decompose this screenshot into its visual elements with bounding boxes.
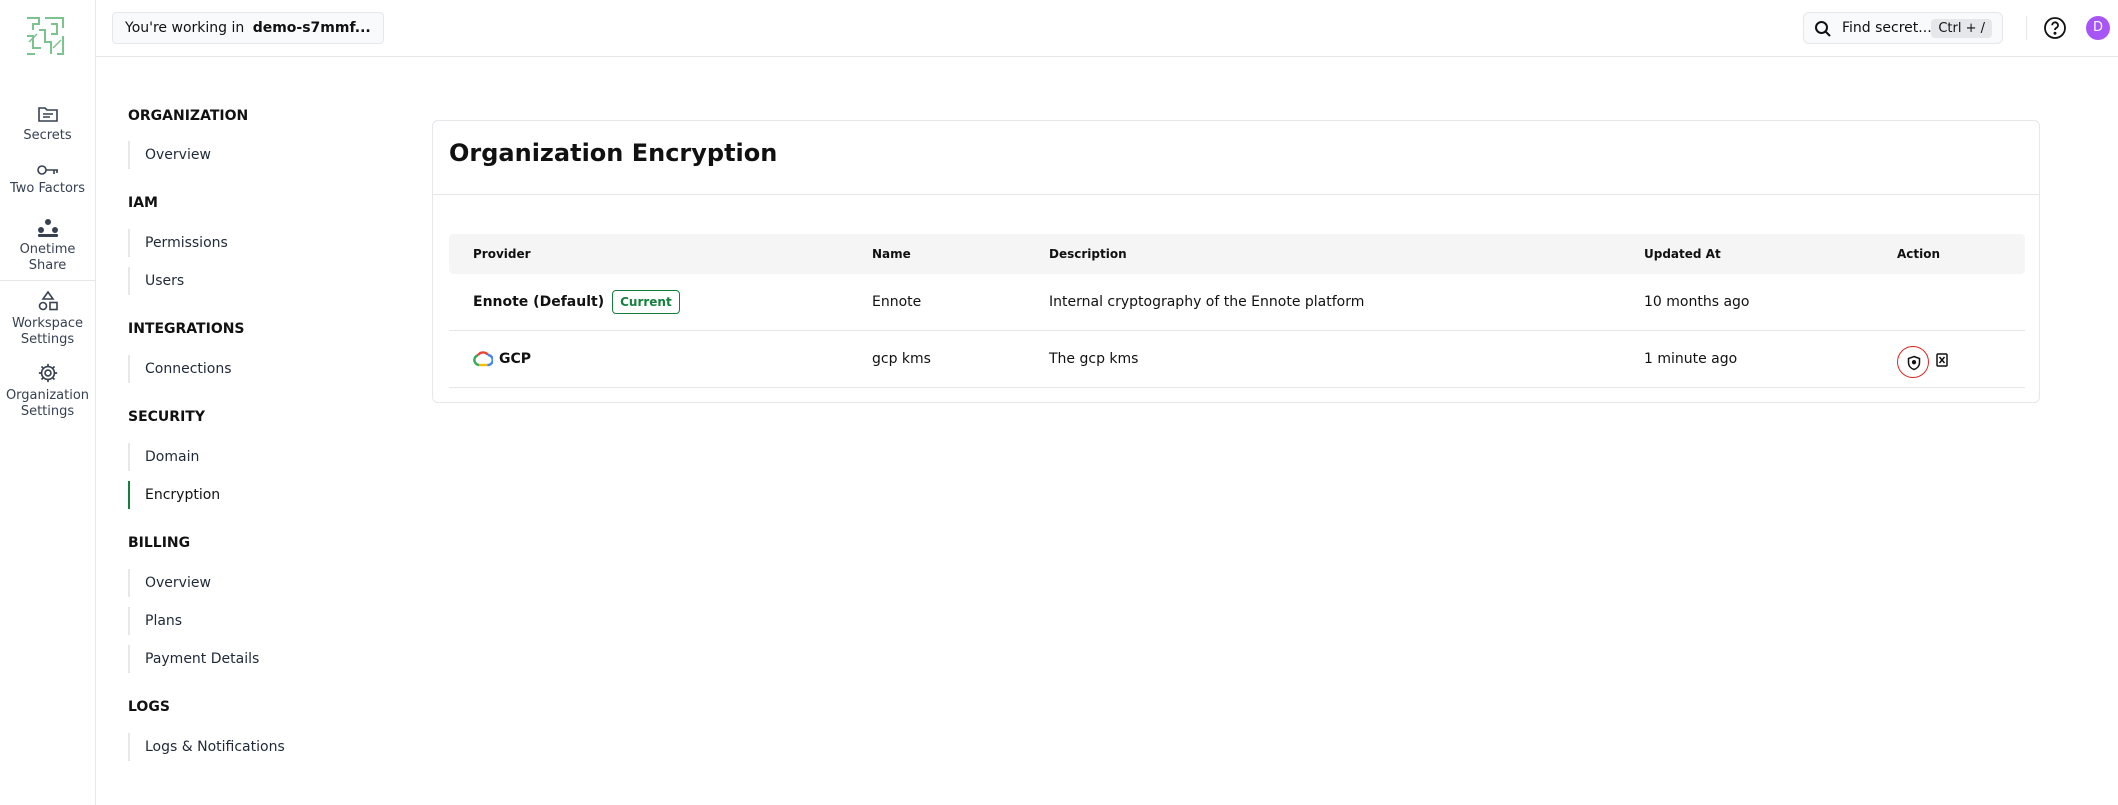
icon-rail: Secrets Two Factors Onetime Share Worksp… <box>0 0 96 805</box>
nav-item-logs-notifications[interactable]: Logs & Notifications <box>128 733 348 761</box>
rail-label-workspace-settings: Settings <box>20 332 75 347</box>
search-input[interactable]: Find secret... Ctrl + / <box>1803 12 2003 44</box>
rail-label-organization-settings: Settings <box>20 404 75 419</box>
status-badge: Current <box>612 290 680 314</box>
updated-cell: 1 minute ago <box>1644 351 1738 367</box>
table-row: GCP gcp kms The gcp kms 1 minute ago <box>449 331 2025 388</box>
set-current-button[interactable] <box>1897 346 1929 378</box>
nav-item-users[interactable]: Users <box>128 267 348 295</box>
column-header-name: Name <box>872 247 911 261</box>
nav-item-plans[interactable]: Plans <box>128 607 348 635</box>
workspace-prefix: You're working in <box>125 20 245 36</box>
shield-icon <box>1907 355 1921 371</box>
column-header-action: Action <box>1897 247 1941 261</box>
description-cell: Internal cryptography of the Ennote plat… <box>1049 294 1365 310</box>
rail-label-workspace: Workspace <box>11 316 84 331</box>
rail-label-onetime: Onetime <box>19 242 76 257</box>
rail-item-onetime-share[interactable]: Onetime Share <box>0 218 95 274</box>
provider-cell: GCP <box>473 331 531 388</box>
rail-item-organization-settings[interactable]: Organization Settings <box>0 362 95 420</box>
provider-cell: Ennote (Default) Current <box>473 274 680 331</box>
table-row: Ennote (Default) Current Ennote Internal … <box>449 274 2025 331</box>
google-cloud-icon <box>473 351 493 367</box>
rail-label-secrets: Secrets <box>23 128 72 143</box>
ennote-logo[interactable] <box>23 14 71 58</box>
delete-icon[interactable] <box>1935 352 1949 368</box>
nav-item-domain[interactable]: Domain <box>128 443 348 471</box>
column-header-description: Description <box>1049 247 1127 261</box>
search-shortcut: Ctrl + / <box>1931 19 1992 38</box>
nav-item-organization-overview[interactable]: Overview <box>128 141 348 169</box>
section-billing: BILLING <box>128 535 191 551</box>
workspace-switcher[interactable]: You're working in demo-s7mmf... <box>112 12 384 44</box>
section-security: SECURITY <box>128 409 205 425</box>
share-nodes-icon <box>37 219 58 237</box>
gear-icon <box>38 363 57 383</box>
rail-label-organization: Organization <box>5 388 90 403</box>
provider-name: Ennote (Default) <box>473 294 605 310</box>
rail-label-share: Share <box>28 258 67 273</box>
updated-cell: 10 months ago <box>1644 294 1750 310</box>
encryption-card: Organization Encryption Provider Name De… <box>432 120 2040 403</box>
column-header-provider: Provider <box>473 247 531 261</box>
avatar[interactable]: D <box>2086 16 2110 40</box>
nav-item-encryption[interactable]: Encryption <box>128 481 348 509</box>
app-root: Secrets Two Factors Onetime Share Worksp… <box>0 0 2118 805</box>
rail-label-two-factors: Two Factors <box>9 181 86 196</box>
name-cell: Ennote <box>872 294 922 310</box>
card-divider <box>433 194 2039 195</box>
rail-divider <box>0 280 95 281</box>
rail-item-two-factors[interactable]: Two Factors <box>0 163 95 197</box>
rail-item-workspace-settings[interactable]: Workspace Settings <box>0 290 95 348</box>
nav-item-permissions[interactable]: Permissions <box>128 229 348 257</box>
rail-item-secrets[interactable]: Secrets <box>0 104 95 144</box>
page-title: Organization Encryption <box>449 139 778 167</box>
help-icon[interactable] <box>2043 16 2067 40</box>
column-header-updated-at: Updated At <box>1644 247 1721 261</box>
section-iam: IAM <box>128 195 158 211</box>
section-logs: LOGS <box>128 699 170 715</box>
name-cell: gcp kms <box>872 351 931 367</box>
provider-name: GCP <box>499 351 532 367</box>
search-placeholder: Find secret... <box>1842 20 1932 36</box>
workspace-name: demo-s7mmf... <box>252 20 371 36</box>
nav-item-payment-details[interactable]: Payment Details <box>128 645 348 673</box>
top-bar: You're working in demo-s7mmf... Find sec… <box>96 0 2118 57</box>
search-icon <box>1815 21 1831 37</box>
table-header: Provider Name Description Updated At Act… <box>449 234 2025 274</box>
section-integrations: INTEGRATIONS <box>128 321 245 337</box>
nav-item-billing-overview[interactable]: Overview <box>128 569 348 597</box>
section-organization: ORGANIZATION <box>128 108 249 124</box>
nav-item-connections[interactable]: Connections <box>128 355 348 383</box>
key-icon <box>36 165 58 175</box>
folder-icon <box>37 107 58 122</box>
topbar-separator <box>2026 16 2027 40</box>
shapes-icon <box>38 290 58 311</box>
description-cell: The gcp kms <box>1049 351 1139 367</box>
